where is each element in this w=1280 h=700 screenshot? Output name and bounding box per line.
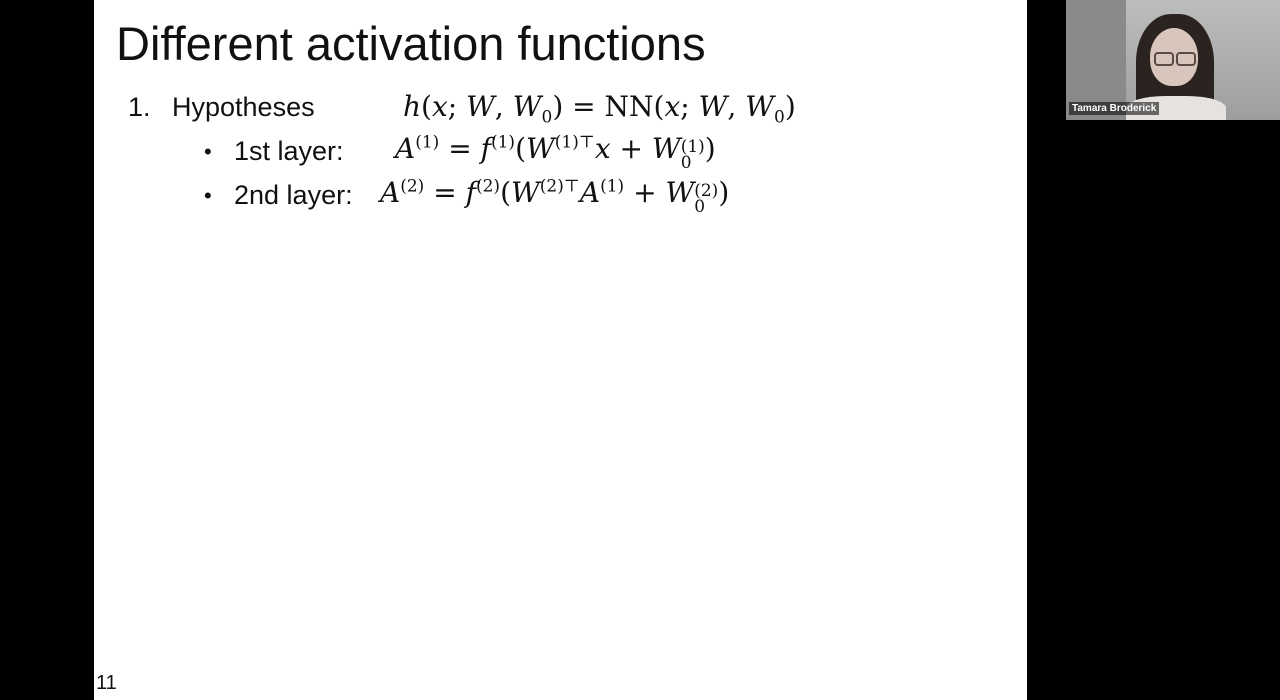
bullet-label: 1st layer: <box>234 136 344 166</box>
slide: Different activation functions 1. Hypoth… <box>94 0 1027 700</box>
slide-number: 11 <box>96 672 117 694</box>
bullet-dot: • <box>204 139 212 164</box>
first-layer-equation: A(1) = f(1)(W(1)⊤x + W (1) 0) <box>395 132 716 173</box>
participant-video-tile[interactable]: Tamara Broderick <box>1066 0 1280 120</box>
glasses-icon <box>1154 52 1174 66</box>
item-number: 1. <box>128 92 151 122</box>
bullet-dot: • <box>204 183 212 208</box>
hypothesis-equation: h(x; W, W0) = NN(x; W, W0) <box>403 90 796 128</box>
second-layer-equation: A(2) = f(2)(W(2)⊤A(1) + W (2) 0) <box>380 176 730 217</box>
participant-name-label: Tamara Broderick <box>1069 102 1160 115</box>
slide-title: Different activation functions <box>116 17 706 70</box>
item-label: Hypotheses <box>172 92 315 122</box>
glasses-icon <box>1176 52 1196 66</box>
bullet-label: 2nd layer: <box>234 180 353 210</box>
